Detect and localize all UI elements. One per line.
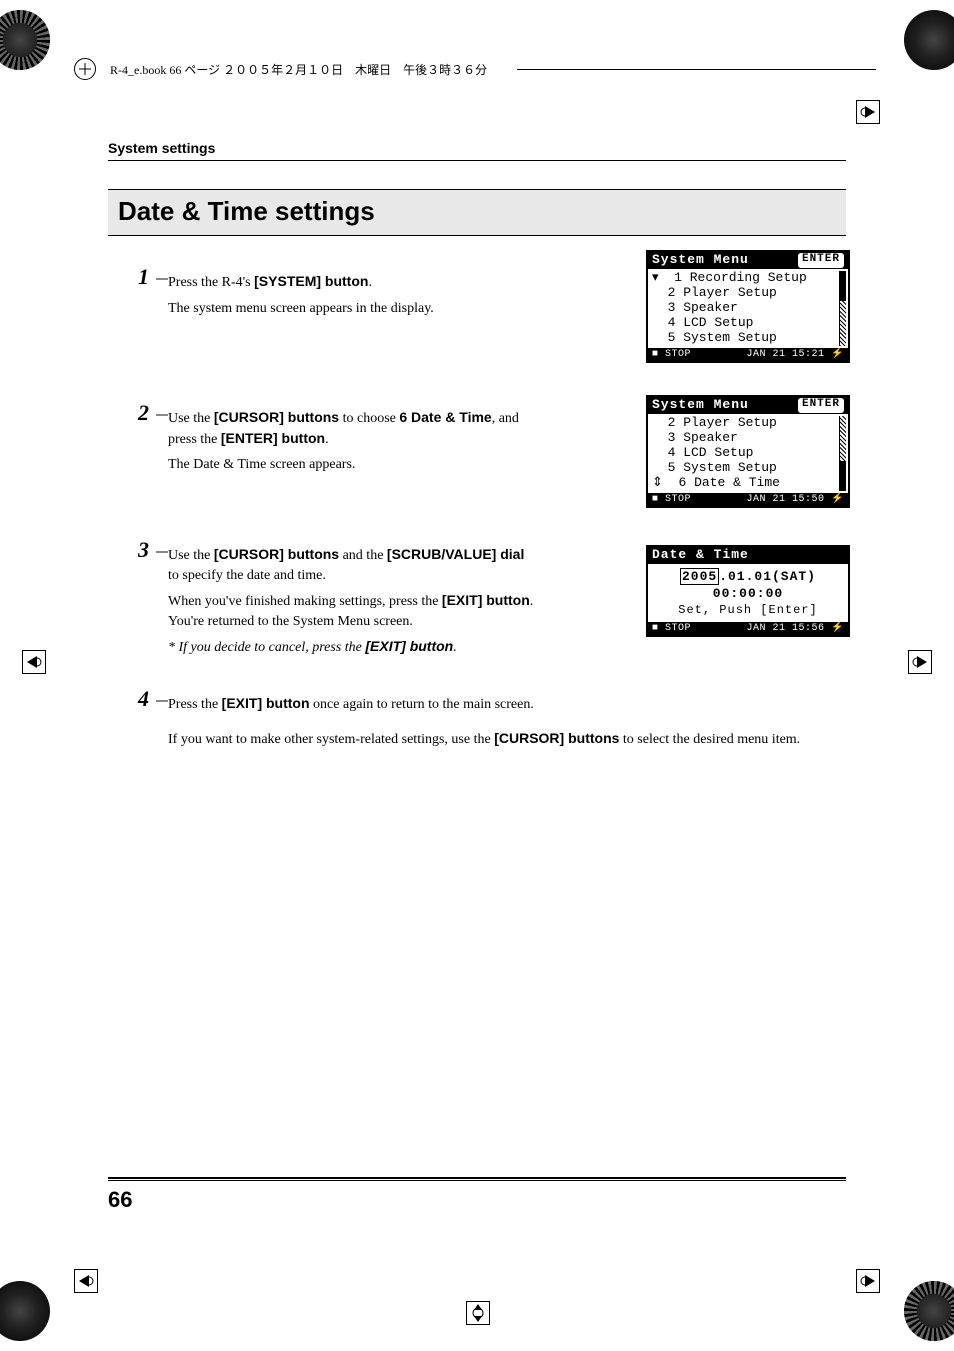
lcd-title-bar: System Menu ENTER xyxy=(648,252,848,269)
lcd-status-bar: ■ STOP JAN 21 15:56 ⚡ xyxy=(648,622,848,636)
lcd-enter-badge: ENTER xyxy=(798,253,844,268)
page: R-4_e.book 66 ページ ２００５年２月１０日 木曜日 午後３時３６分… xyxy=(0,0,954,1351)
lcd-screen: System Menu ENTER 2 Player Setup 3 Speak… xyxy=(646,395,850,508)
lcd-enter-badge: ENTER xyxy=(798,398,844,413)
step-3-note: * If you decide to cancel, press the [EX… xyxy=(168,637,550,658)
runhead-text: R-4_e.book 66 ページ ２００５年２月１０日 木曜日 午後３時３６分 xyxy=(104,61,493,78)
section-label: System settings xyxy=(108,140,846,156)
step-number: 1 xyxy=(138,264,149,290)
exit-button-label: [EXIT] button xyxy=(365,638,453,654)
step-number: 4 xyxy=(138,686,149,712)
step-2-line-1: Use the [CURSOR] buttons to choose 6 Dat… xyxy=(168,408,538,449)
lcd-menu-row: 1 Recording Setup xyxy=(659,270,807,285)
lcd-status-bar: ■ STOP JAN 21 15:21 ⚡ xyxy=(648,348,848,362)
lcd-screen: System Menu ENTER ▾ 1 Recording Setup 2 … xyxy=(646,250,850,363)
lcd-scrollbar-icon xyxy=(839,271,846,346)
lcd-date-rest: .01.01(SAT) xyxy=(719,569,816,584)
running-header: R-4_e.book 66 ページ ２００５年２月１０日 木曜日 午後３時３６分 xyxy=(74,58,880,80)
crop-mark-icon xyxy=(908,650,932,674)
lcd-status-right: JAN 21 15:50 ⚡ xyxy=(747,494,844,506)
lcd-menu-row: 2 Player Setup xyxy=(652,286,846,301)
lcd-title-text: Date & Time xyxy=(652,548,749,563)
lcd-body: ▾ 1 Recording Setup 2 Player Setup 3 Spe… xyxy=(648,269,848,348)
step-4-line-2: If you want to make other system-related… xyxy=(168,729,846,750)
corner-ornament-icon xyxy=(0,1281,50,1341)
system-button-label: [SYSTEM] button xyxy=(254,273,368,289)
cursor-buttons-label: [CURSOR] buttons xyxy=(494,730,619,746)
page-title: Date & Time settings xyxy=(118,196,836,227)
lcd-date-year: 2005 xyxy=(680,568,719,585)
lcd-title-text: System Menu xyxy=(652,253,749,268)
scrub-value-dial-label: [SCRUB/VALUE] dial xyxy=(387,546,524,562)
step-3-line-2: When you've finished making settings, pr… xyxy=(168,591,538,631)
lcd-scrollbar-icon xyxy=(839,416,846,491)
lcd-hint-text: Set, Push [Enter] xyxy=(650,604,846,618)
crop-mark-icon xyxy=(74,1269,98,1293)
step-1-line-1: Press the R-4's [SYSTEM] button. xyxy=(168,272,538,293)
crop-mark-icon xyxy=(466,1301,490,1325)
step-2-line-2: The Date & Time screen appears. xyxy=(168,455,538,475)
lcd-title-bar: System Menu ENTER xyxy=(648,397,848,414)
lcd-status-right: JAN 21 15:21 ⚡ xyxy=(747,349,844,361)
crop-mark-icon xyxy=(856,1269,880,1293)
lcd-menu-row: 3 Speaker xyxy=(652,431,846,446)
corner-ornament-icon xyxy=(0,10,50,70)
corner-ornament-icon xyxy=(904,1281,954,1341)
footer-rule xyxy=(108,1177,846,1181)
lcd-status-left: ■ STOP xyxy=(652,494,691,506)
lcd-menu-row: 5 System Setup xyxy=(652,461,846,476)
lcd-menu-row: 4 LCD Setup xyxy=(652,446,846,461)
runhead-rule xyxy=(517,69,876,70)
lcd-screen: Date & Time 2005.01.01(SAT) 00:00:00 Set… xyxy=(646,545,850,637)
title-bar: Date & Time settings xyxy=(108,189,846,236)
enter-button-label: [ENTER] button xyxy=(221,430,325,446)
lcd-status-left: ■ STOP xyxy=(652,623,691,635)
cursor-buttons-label: [CURSOR] buttons xyxy=(214,546,339,562)
lcd-menu-row: 3 Speaker xyxy=(652,301,846,316)
lcd-title-text: System Menu xyxy=(652,398,749,413)
menu-item-6-label: 6 Date & Time xyxy=(399,409,491,425)
step-number: 3 xyxy=(138,537,149,563)
exit-button-label: [EXIT] button xyxy=(442,592,530,608)
lcd-body: 2005.01.01(SAT) 00:00:00 Set, Push [Ente… xyxy=(648,564,848,622)
lcd-menu-row: 2 Player Setup xyxy=(652,416,846,431)
step-4: 4 Press the [EXIT] button once again to … xyxy=(108,694,846,749)
step-3-line-1: Use the [CURSOR] buttons and the [SCRUB/… xyxy=(168,545,538,585)
lcd-time-value: 00:00:00 xyxy=(650,587,846,602)
step-number: 2 xyxy=(138,400,149,426)
lcd-menu-row: 4 LCD Setup xyxy=(652,316,846,331)
lcd-menu-row: 5 System Setup xyxy=(652,331,846,346)
runhead-target-icon xyxy=(74,58,96,80)
lcd-status-left: ■ STOP xyxy=(652,349,691,361)
lcd-status-bar: ■ STOP JAN 21 15:50 ⚡ xyxy=(648,493,848,507)
lcd-status-right: JAN 21 15:56 ⚡ xyxy=(747,623,844,635)
lcd-title-bar: Date & Time xyxy=(648,547,848,564)
corner-ornament-icon xyxy=(904,10,954,70)
lcd-body: 2 Player Setup 3 Speaker 4 LCD Setup 5 S… xyxy=(648,414,848,493)
crop-mark-icon xyxy=(22,650,46,674)
lcd-menu-row: 6 Date & Time xyxy=(663,475,780,490)
step-1-line-2: The system menu screen appears in the di… xyxy=(168,299,538,319)
cursor-buttons-label: [CURSOR] buttons xyxy=(214,409,339,425)
section-rule xyxy=(108,160,846,161)
crop-mark-icon xyxy=(856,100,880,124)
step-4-line-1: Press the [EXIT] button once again to re… xyxy=(168,694,846,715)
exit-button-label: [EXIT] button xyxy=(222,695,310,711)
page-number: 66 xyxy=(108,1187,132,1213)
